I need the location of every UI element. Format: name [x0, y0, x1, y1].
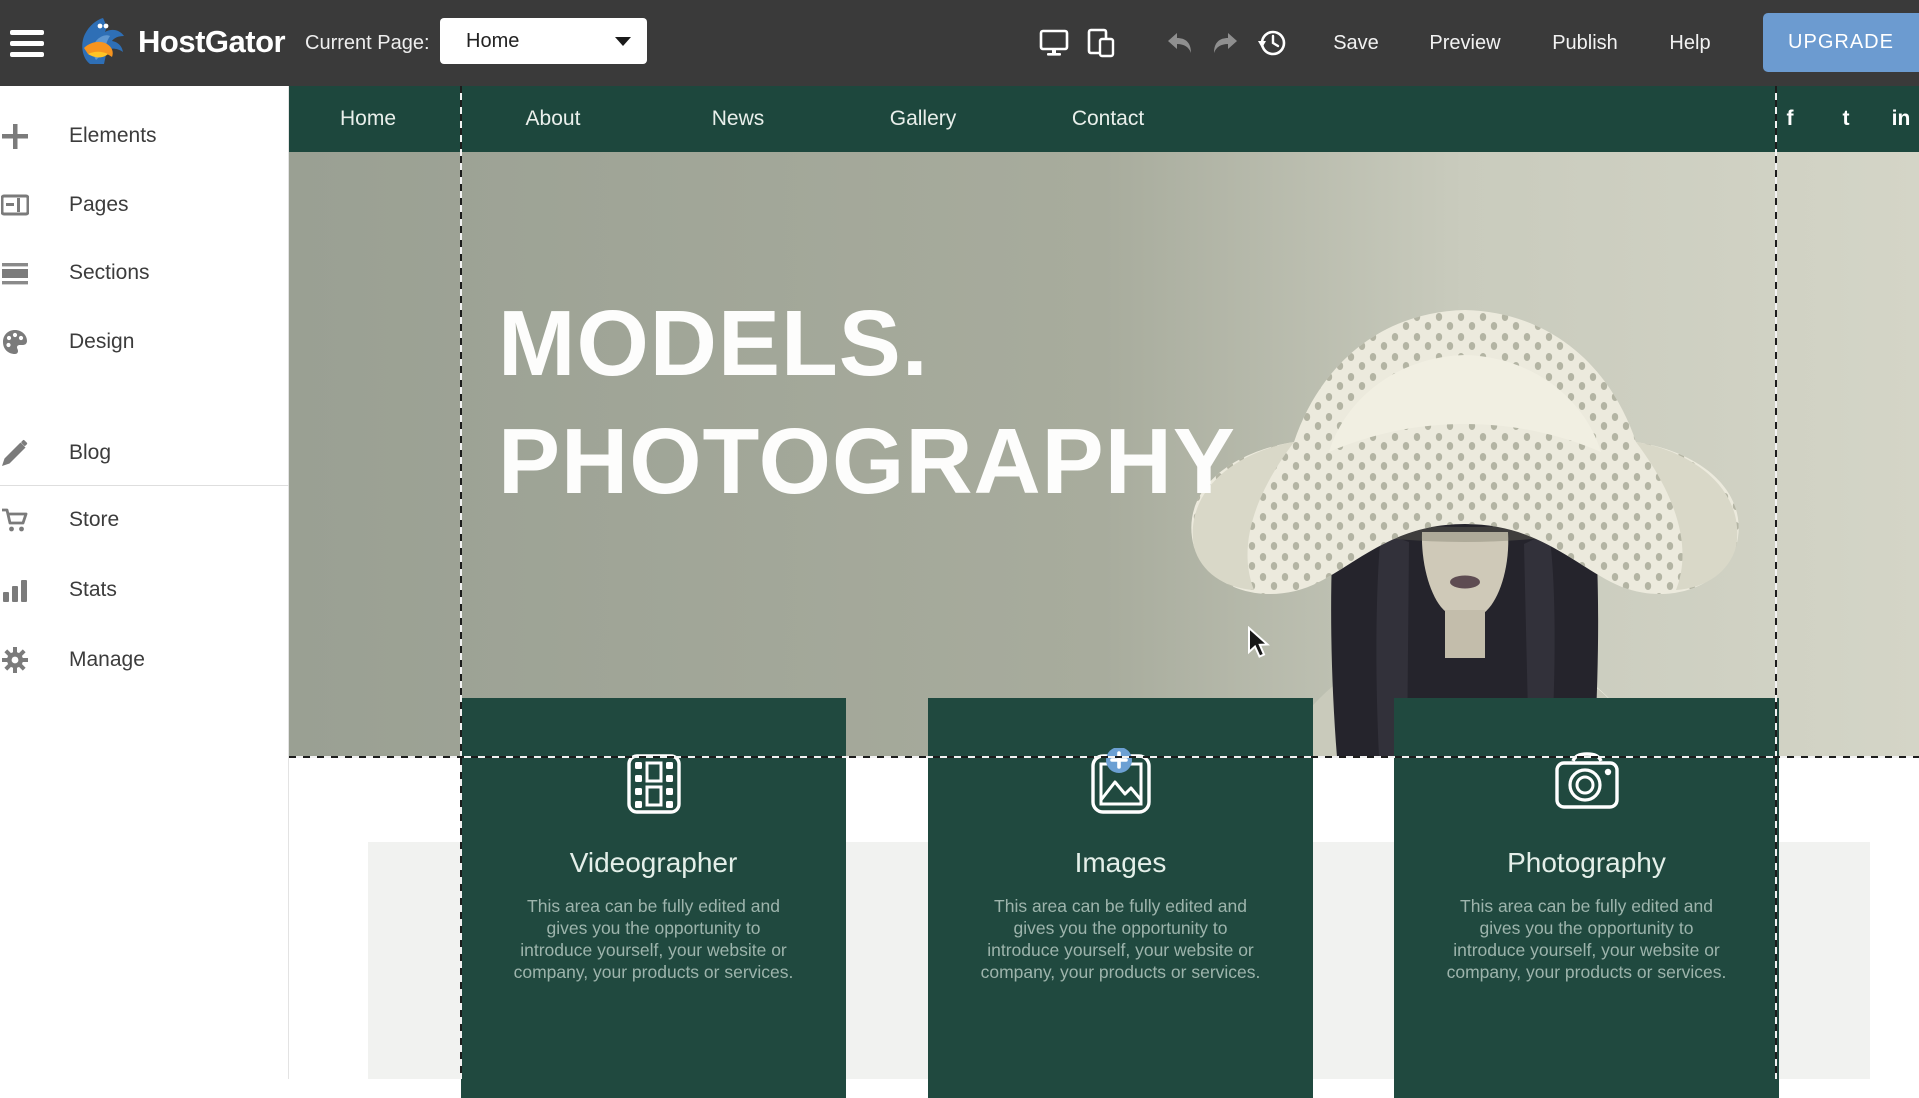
page-dropdown[interactable]: Home	[440, 18, 647, 64]
current-page-label: Current Page:	[305, 0, 430, 86]
site-nav-gallery[interactable]: Gallery	[890, 86, 957, 152]
mobile-icon[interactable]	[1085, 27, 1117, 59]
sidebar-item-blog[interactable]: Blog	[0, 431, 289, 475]
hero-title[interactable]: MODELS. PHOTOGRAPHY	[498, 284, 1236, 520]
topbar: HostGator Current Page: Home Save Previe…	[0, 0, 1919, 86]
publish-button[interactable]: Publish	[1552, 0, 1618, 86]
sidebar-item-manage[interactable]: Manage	[0, 638, 289, 682]
selection-guide-left	[460, 86, 462, 1079]
hero-section[interactable]: MODELS. PHOTOGRAPHY	[289, 152, 1919, 757]
linkedin-icon[interactable]: in	[1892, 86, 1911, 152]
preview-button[interactable]: Preview	[1429, 0, 1500, 86]
twitter-icon[interactable]: t	[1843, 86, 1850, 152]
sidebar-divider	[0, 485, 289, 486]
bar-chart-icon	[1, 576, 29, 604]
hero-title-line2: PHOTOGRAPHY	[498, 402, 1236, 520]
desktop-icon[interactable]	[1038, 27, 1070, 59]
sidebar-item-design[interactable]: Design	[0, 320, 289, 364]
selection-guide-bottom	[289, 756, 1919, 758]
feature-card-videographer[interactable]: Videographer This area can be fully edit…	[461, 698, 846, 1098]
site-nav-news[interactable]: News	[712, 86, 765, 152]
sections-icon	[1, 259, 29, 287]
gator-logo-icon	[76, 14, 130, 70]
facebook-icon[interactable]: f	[1787, 86, 1794, 152]
save-button[interactable]: Save	[1333, 0, 1379, 86]
site-nav-home[interactable]: Home	[340, 86, 396, 152]
cart-icon	[1, 506, 29, 534]
card-title: Photography	[1394, 847, 1779, 879]
undo-icon[interactable]	[1163, 27, 1195, 59]
brand-logo: HostGator	[76, 14, 285, 70]
sidebar-item-sections[interactable]: Sections	[0, 251, 289, 295]
site-canvas: Home About News Gallery Contact f t in	[289, 86, 1919, 1079]
card-body: This area can be fully edited and gives …	[1437, 895, 1737, 983]
history-icon[interactable]	[1256, 27, 1288, 59]
chevron-down-icon	[615, 37, 631, 46]
feature-card-images[interactable]: Images This area can be fully edited and…	[928, 698, 1313, 1098]
brand-name: HostGator	[138, 24, 285, 60]
upgrade-button[interactable]: UPGRADE	[1763, 13, 1919, 72]
camera-icon	[1549, 748, 1625, 820]
page-dropdown-value: Home	[466, 30, 519, 53]
sidebar: Elements Pages Sections Design Blog	[0, 86, 289, 1079]
pencil-icon	[1, 439, 29, 467]
feature-card-photography[interactable]: Photography This area can be fully edite…	[1394, 698, 1779, 1098]
help-button[interactable]: Help	[1669, 0, 1710, 86]
sidebar-item-store[interactable]: Store	[0, 498, 289, 542]
gear-icon	[1, 646, 29, 674]
plus-icon	[1, 122, 29, 150]
pages-icon	[1, 191, 29, 219]
site-nav-about[interactable]: About	[526, 86, 581, 152]
card-title: Images	[928, 847, 1313, 879]
card-body: This area can be fully edited and gives …	[504, 895, 804, 983]
site-nav-contact[interactable]: Contact	[1072, 86, 1144, 152]
palette-icon	[1, 328, 29, 356]
hamburger-menu-icon[interactable]	[10, 30, 46, 60]
sidebar-item-stats[interactable]: Stats	[0, 568, 289, 612]
selection-guide-right	[1775, 86, 1777, 1079]
image-plus-icon	[1079, 748, 1163, 820]
site-nav: Home About News Gallery Contact f t in	[289, 86, 1919, 152]
film-icon	[621, 748, 687, 820]
card-body: This area can be fully edited and gives …	[971, 895, 1271, 983]
redo-icon[interactable]	[1210, 27, 1242, 59]
hero-title-line1: MODELS.	[498, 284, 1236, 402]
sidebar-item-elements[interactable]: Elements	[0, 114, 289, 158]
mouse-cursor	[1245, 626, 1275, 660]
card-title: Videographer	[461, 847, 846, 879]
sidebar-item-pages[interactable]: Pages	[0, 183, 289, 227]
